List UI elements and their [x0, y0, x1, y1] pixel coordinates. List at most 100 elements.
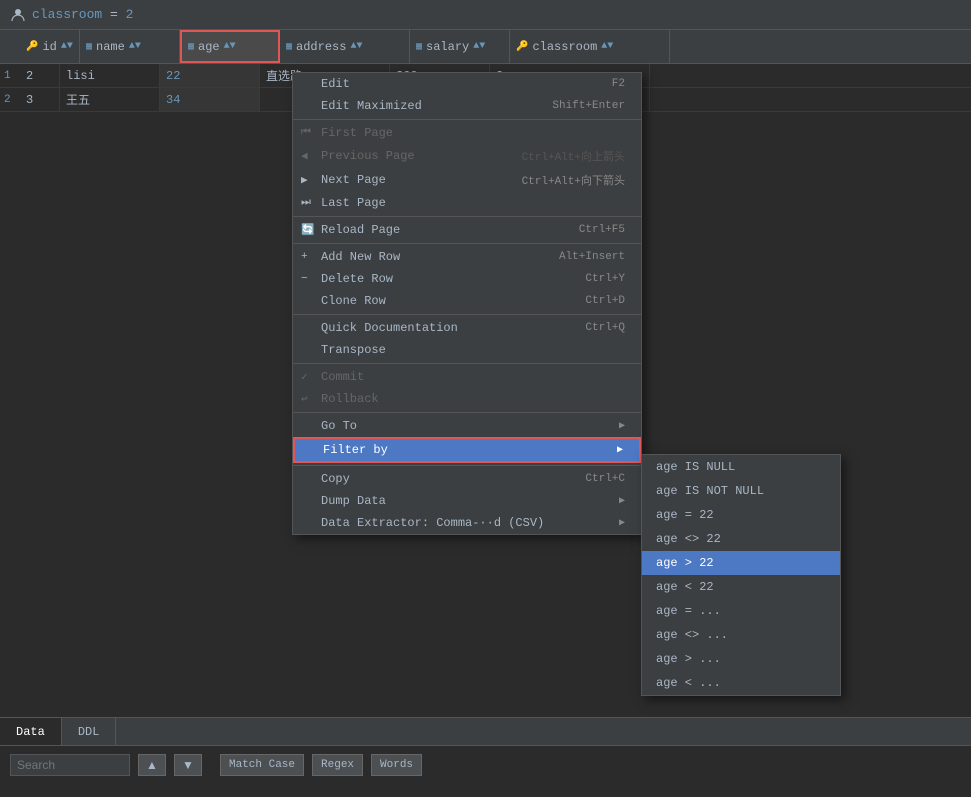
- db-table-name: classroom: [32, 7, 102, 22]
- submenu-label-age-is-null: age IS NULL: [656, 460, 735, 474]
- menu-item-add-row[interactable]: + Add New Row Alt+Insert: [293, 246, 641, 268]
- menu-item-transpose[interactable]: Transpose: [293, 339, 641, 361]
- submenu-label-age-lt-22: age < 22: [656, 580, 714, 594]
- arrow-go-to: ▶: [619, 420, 625, 432]
- submenu-label-age-lt-dots: age < ...: [656, 676, 721, 690]
- commit-icon: ✓: [301, 370, 308, 384]
- col-header-salary[interactable]: ▦ salary ▲▼: [410, 30, 510, 63]
- submenu-item-age-lt-22[interactable]: age < 22: [642, 575, 840, 599]
- submenu-item-age-is-null[interactable]: age IS NULL: [642, 455, 840, 479]
- sort-arrow-address: ▲▼: [350, 41, 362, 52]
- menu-label-transpose: Transpose: [321, 343, 386, 357]
- tab-ddl[interactable]: DDL: [62, 718, 117, 745]
- cell-age-2[interactable]: 34: [160, 88, 260, 111]
- menu-label-reload: Reload Page: [321, 223, 400, 237]
- submenu-item-age-lt-dots[interactable]: age < ...: [642, 671, 840, 695]
- menu-label-rollback: Rollback: [321, 392, 379, 406]
- col-header-classroom[interactable]: 🔑 classroom ▲▼: [510, 30, 670, 63]
- col-label-salary: salary: [426, 40, 469, 54]
- key-icon-classroom: 🔑: [516, 41, 528, 53]
- menu-item-quick-doc[interactable]: Quick Documentation Ctrl+Q: [293, 317, 641, 339]
- menu-shortcut-edit: F2: [612, 78, 625, 90]
- words-chip[interactable]: Words: [371, 754, 422, 776]
- cell-id-2[interactable]: 3: [20, 88, 60, 111]
- sort-arrow-name: ▲▼: [129, 41, 141, 52]
- menu-item-prev-page[interactable]: ◀ Previous Page Ctrl+Alt+向上箭头: [293, 144, 641, 168]
- submenu-item-age-neq-dots[interactable]: age <> ...: [642, 623, 840, 647]
- menu-shortcut-clone-row: Ctrl+D: [585, 295, 625, 307]
- col-label-age: age: [198, 40, 220, 54]
- col-header-address[interactable]: ▦ address ▲▼: [280, 30, 410, 63]
- menu-item-commit[interactable]: ✓ Commit: [293, 366, 641, 388]
- submenu-label-age-is-not-null: age IS NOT NULL: [656, 484, 764, 498]
- regex-label: Regex: [321, 759, 354, 771]
- menu-label-data-extractor: Data Extractor: Comma-··d (CSV): [321, 516, 544, 530]
- menu-shortcut-quick-doc: Ctrl+Q: [585, 322, 625, 334]
- menu-shortcut-next-page: Ctrl+Alt+向下箭头: [522, 172, 625, 188]
- menu-item-dump-data[interactable]: Dump Data ▶: [293, 490, 641, 512]
- menu-item-go-to[interactable]: Go To ▶: [293, 415, 641, 437]
- filter-chips: Match Case Regex Words: [220, 754, 422, 776]
- col-header-id[interactable]: 🔑 id ▲▼: [20, 30, 80, 63]
- menu-item-edit-maximized[interactable]: Edit Maximized Shift+Enter: [293, 95, 641, 117]
- regex-chip[interactable]: Regex: [312, 754, 363, 776]
- menu-shortcut-add-row: Alt+Insert: [559, 251, 625, 263]
- cell-age-1[interactable]: 22: [160, 64, 260, 87]
- words-label: Words: [380, 759, 413, 771]
- menu-item-rollback[interactable]: ↩ Rollback: [293, 388, 641, 410]
- submenu-filter: age IS NULL age IS NOT NULL age = 22 age…: [641, 454, 841, 696]
- menu-label-last-page: Last Page: [321, 196, 386, 210]
- cell-name-1[interactable]: lisi: [60, 64, 160, 87]
- submenu-item-age-neq-22[interactable]: age <> 22: [642, 527, 840, 551]
- menu-item-clone-row[interactable]: Clone Row Ctrl+D: [293, 290, 641, 312]
- menu-item-last-page[interactable]: ⏭ Last Page: [293, 192, 641, 214]
- scroll-up-button[interactable]: ▲: [138, 754, 166, 776]
- menu-sep-4: [293, 314, 641, 315]
- submenu-label-age-gt-22: age > 22: [656, 556, 714, 570]
- menu-label-next-page: Next Page: [321, 173, 386, 187]
- menu-item-data-extractor[interactable]: Data Extractor: Comma-··d (CSV) ▶: [293, 512, 641, 534]
- prev-page-icon: ◀: [301, 149, 308, 163]
- menu-item-reload-page[interactable]: 🔄 Reload Page Ctrl+F5: [293, 219, 641, 241]
- scroll-down-button[interactable]: ▼: [174, 754, 202, 776]
- add-icon: +: [301, 251, 308, 263]
- col-header-age[interactable]: ▦ age ▲▼: [180, 30, 280, 63]
- menu-label-quick-doc: Quick Documentation: [321, 321, 458, 335]
- submenu-item-age-gt-dots[interactable]: age > ...: [642, 647, 840, 671]
- tab-bar: Data DDL: [0, 718, 971, 746]
- menu-item-copy[interactable]: Copy Ctrl+C: [293, 468, 641, 490]
- menu-item-edit[interactable]: Edit F2: [293, 73, 641, 95]
- submenu-label-age-eq-dots: age = ...: [656, 604, 721, 618]
- cell-id-1[interactable]: 2: [20, 64, 60, 87]
- last-page-icon: ⏭: [301, 197, 311, 209]
- submenu-item-age-eq-dots[interactable]: age = ...: [642, 599, 840, 623]
- menu-sep-5: [293, 363, 641, 364]
- match-case-label: Match Case: [229, 759, 295, 771]
- menu-item-filter-by[interactable]: Filter by ▶: [293, 437, 641, 463]
- col-header-name[interactable]: ▦ name ▲▼: [80, 30, 180, 63]
- bottom-panel: Data DDL ▲ ▼ Match Case Regex Words: [0, 717, 971, 797]
- menu-label-prev-page: Previous Page: [321, 149, 415, 163]
- menu-item-delete-row[interactable]: − Delete Row Ctrl+Y: [293, 268, 641, 290]
- rollback-icon: ↩: [301, 392, 308, 406]
- match-case-chip[interactable]: Match Case: [220, 754, 304, 776]
- submenu-item-age-is-not-null[interactable]: age IS NOT NULL: [642, 479, 840, 503]
- minus-icon: −: [301, 273, 308, 285]
- tab-data[interactable]: Data: [0, 718, 62, 745]
- submenu-item-age-gt-22[interactable]: age > 22: [642, 551, 840, 575]
- bottom-controls: ▲ ▼ Match Case Regex Words: [0, 746, 971, 784]
- menu-item-first-page[interactable]: ⏮ First Page: [293, 122, 641, 144]
- search-input[interactable]: [10, 754, 130, 776]
- sort-arrow-salary: ▲▼: [473, 41, 485, 52]
- cell-name-2[interactable]: 王五: [60, 88, 160, 111]
- menu-label-add-row: Add New Row: [321, 250, 400, 264]
- menu-item-next-page[interactable]: ▶ Next Page Ctrl+Alt+向下箭头: [293, 168, 641, 192]
- row-number-1: 1: [0, 70, 20, 82]
- sort-arrow-age: ▲▼: [224, 41, 236, 52]
- arrow-dump-data: ▶: [619, 495, 625, 507]
- submenu-label-age-neq-22: age <> 22: [656, 532, 721, 546]
- submenu-item-age-eq-22[interactable]: age = 22: [642, 503, 840, 527]
- arrow-filter-by: ▶: [617, 444, 623, 456]
- menu-label-edit: Edit: [321, 77, 350, 91]
- top-bar-value: 2: [126, 7, 134, 22]
